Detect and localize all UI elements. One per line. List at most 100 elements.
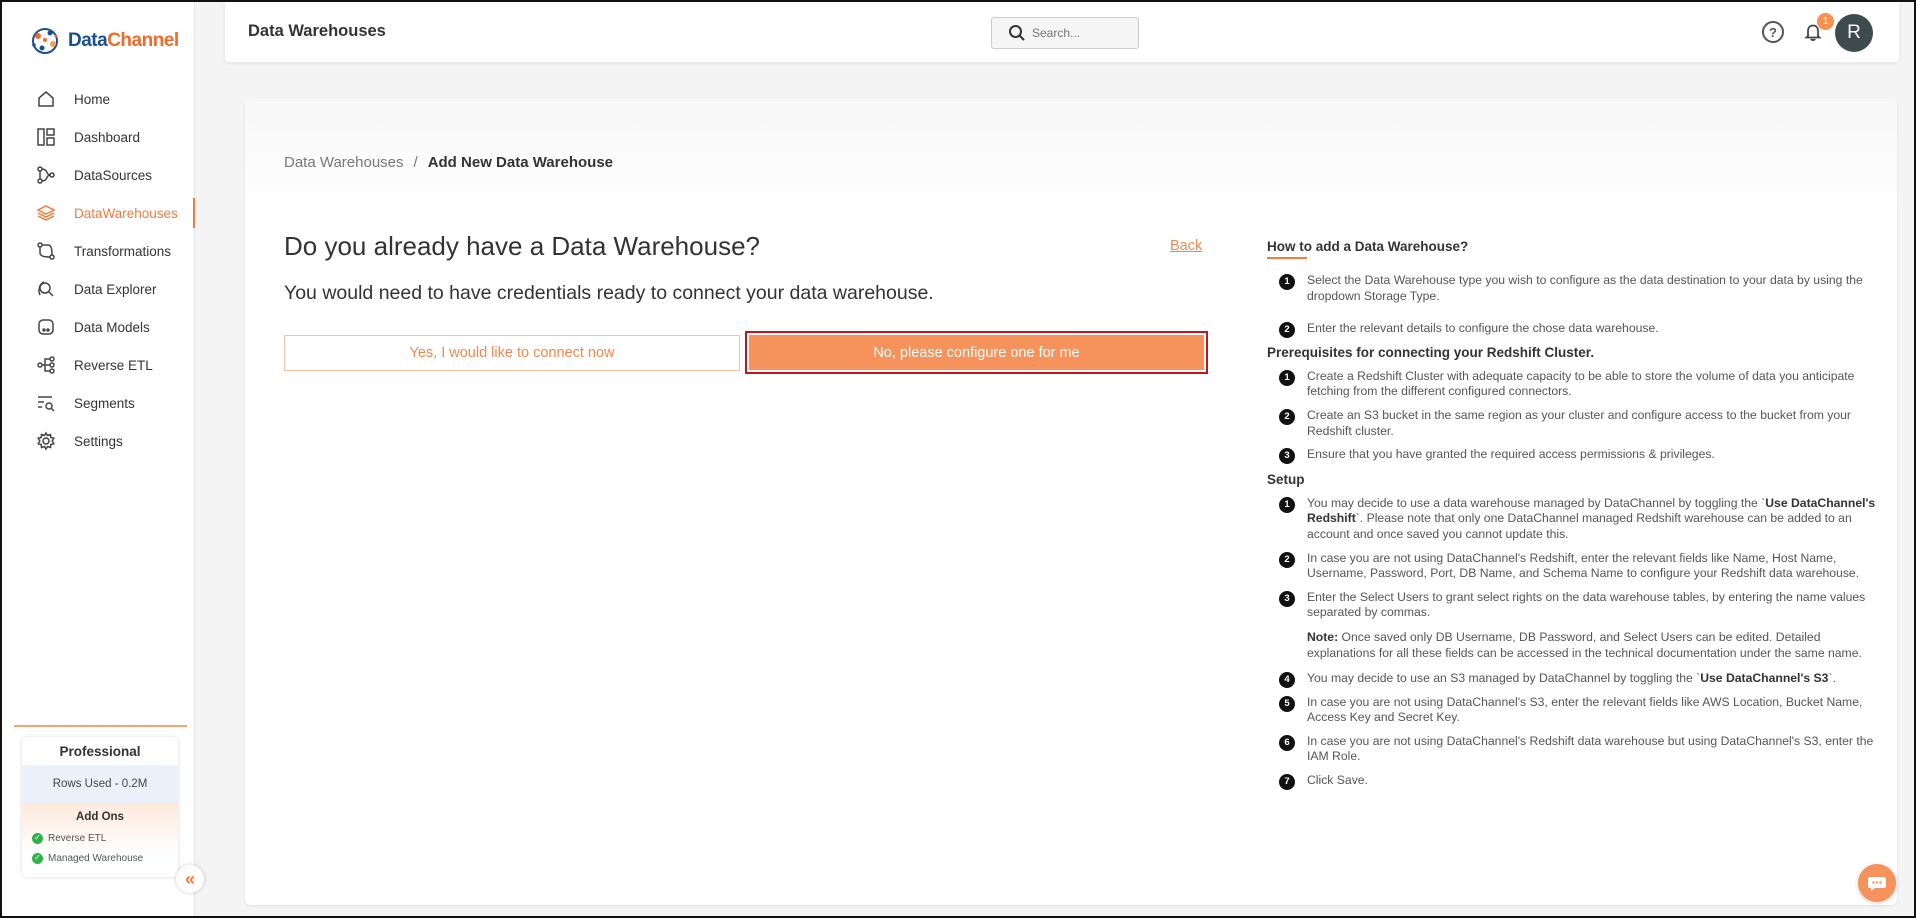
gear-icon [36, 431, 56, 451]
step-text: Ensure that you have granted the require… [1307, 447, 1715, 462]
home-icon [36, 89, 56, 109]
sidebar-item-label: Dashboard [74, 129, 141, 145]
step-text: Enter the Select Users to grant select r… [1307, 589, 1866, 620]
sidebar-item-label: Data Explorer [74, 281, 157, 297]
addon-label: Reverse ETL [48, 832, 107, 844]
step-number: 2 [1279, 408, 1295, 425]
configure-for-me-button[interactable]: No, please configure one for me [745, 331, 1208, 374]
sidebar-item-datawarehouses[interactable]: DataWarehouses [2, 194, 195, 232]
help-icon[interactable]: ? [1762, 21, 1784, 43]
sidebar-item-reverse-etl[interactable]: Reverse ETL [2, 346, 195, 384]
prereq-step: 3 Ensure that you have granted the requi… [1267, 447, 1877, 465]
note-label: Note: [1307, 629, 1339, 644]
data-models-icon [36, 317, 56, 337]
step-number: 4 [1279, 672, 1295, 689]
sidebar-item-home[interactable]: Home [2, 80, 195, 118]
check-icon: ✓ [32, 832, 43, 844]
chat-support-button[interactable] [1858, 864, 1896, 902]
how-to-heading: How to add a Data Warehouse? [1267, 239, 1469, 259]
double-chevron-left-icon: « [184, 868, 195, 889]
reverse-etl-icon [36, 355, 56, 375]
plan-name: Professional [22, 737, 178, 765]
sidebar-item-data-models[interactable]: Data Models [2, 308, 195, 346]
prerequisites-heading: Prerequisites for connecting your Redshi… [1267, 344, 1595, 360]
collapse-sidebar-button[interactable]: « [176, 865, 204, 893]
sidebar-item-datasources[interactable]: DataSources [2, 156, 195, 194]
search-input[interactable] [1032, 26, 1132, 40]
sidebar-item-label: DataSources [74, 167, 153, 183]
layers-icon [36, 203, 56, 223]
sidebar-item-label: Settings [74, 433, 123, 449]
step-text: In case you are not using DataChannel's … [1307, 694, 1863, 725]
step-number: 3 [1279, 590, 1295, 607]
sidebar-item-settings[interactable]: Settings [2, 422, 195, 460]
step-number: 1 [1279, 496, 1295, 513]
step-text: You may decide to use an S3 managed by D… [1307, 671, 1836, 686]
setup-step: 1 You may decide to use a data warehouse… [1267, 496, 1877, 543]
sidebar-item-dashboard[interactable]: Dashboard [2, 118, 195, 156]
step-text: In case you are not using DataChannel's … [1307, 550, 1860, 581]
plan-card: Professional Rows Used - 0.2M Add Ons ✓ … [22, 737, 178, 877]
datasources-icon [36, 165, 56, 185]
step-text: Select the Data Warehouse type you wish … [1307, 273, 1863, 303]
avatar[interactable]: R [1835, 14, 1873, 52]
search-box[interactable] [991, 17, 1139, 49]
question-subtitle: You would need to have credentials ready… [284, 282, 934, 304]
check-icon: ✓ [32, 852, 43, 864]
sidebar-item-label: Reverse ETL [74, 357, 153, 373]
sidebar: DataChannel Home Dashboard DataSources D… [2, 2, 195, 916]
addons-section: Add Ons ✓ Reverse ETL ✓ Managed Warehous… [22, 803, 178, 877]
breadcrumb-separator: / [413, 154, 418, 171]
step-number: 1 [1279, 274, 1295, 290]
breadcrumb: Data Warehouses / Add New Data Warehouse [284, 154, 613, 171]
rows-used: Rows Used - 0.2M [22, 765, 178, 803]
addon-label: Managed Warehouse [48, 852, 144, 864]
addons-title: Add Ons [76, 811, 124, 823]
step-text: In case you are not using DataChannel's … [1307, 733, 1874, 764]
step-number: 2 [1279, 322, 1295, 339]
brand-name: DataChannel [68, 30, 179, 51]
page-title: Data Warehouses [248, 22, 386, 40]
addon-item: ✓ Reverse ETL [22, 828, 178, 848]
configure-for-me-label: No, please configure one for me [749, 335, 1204, 370]
search-icon [1009, 25, 1025, 41]
dashboard-icon [36, 127, 56, 147]
question-heading: Do you already have a Data Warehouse? [284, 231, 760, 261]
back-link[interactable]: Back [1170, 238, 1202, 254]
connect-now-button[interactable]: Yes, I would like to connect now [284, 335, 740, 371]
prereq-step: 1 Create a Redshift Cluster with adequat… [1267, 369, 1877, 400]
sidebar-item-label: Home [74, 91, 111, 107]
step-number: 2 [1279, 551, 1295, 568]
sidebar-item-data-explorer[interactable]: Data Explorer [2, 270, 195, 308]
step-text: Create a Redshift Cluster with adequate … [1307, 368, 1855, 399]
setup-step: 4 You may decide to use an S3 managed by… [1267, 671, 1877, 689]
setup-step: 3 Enter the Select Users to grant select… [1267, 590, 1877, 621]
step-number: 1 [1279, 369, 1295, 386]
setup-step: 5 In case you are not using DataChannel'… [1267, 695, 1877, 726]
notification-badge: 1 [1817, 13, 1834, 30]
sidebar-item-label: Transformations [74, 243, 172, 259]
brand-logo[interactable]: DataChannel [28, 24, 179, 58]
sidebar-item-label: DataWarehouses [74, 205, 178, 221]
explorer-icon [36, 279, 56, 299]
segments-icon [36, 393, 56, 413]
transformations-icon [36, 241, 56, 261]
sidebar-nav: Home Dashboard DataSources DataWarehouse… [2, 80, 195, 460]
note-text: Once saved only DB Username, DB Password… [1307, 629, 1862, 660]
sidebar-item-label: Segments [74, 395, 135, 411]
sidebar-item-segments[interactable]: Segments [2, 384, 195, 422]
step-text: Create an S3 bucket in the same region a… [1307, 407, 1851, 438]
sidebar-item-label: Data Models [74, 319, 150, 335]
chat-icon [1868, 877, 1886, 891]
setup-heading: Setup [1267, 471, 1305, 487]
step-number: 5 [1279, 695, 1295, 712]
breadcrumb-parent-link[interactable]: Data Warehouses [284, 154, 404, 171]
top-header: Data Warehouses ? 1 R [225, 2, 1899, 62]
step-text: Click Save. [1307, 773, 1368, 788]
step-text: You may decide to use a data warehouse m… [1307, 495, 1876, 541]
step-number: 3 [1279, 448, 1295, 465]
setup-step: 6 In case you are not using DataChannel'… [1267, 734, 1877, 765]
sidebar-item-transformations[interactable]: Transformations [2, 232, 195, 270]
help-panel: How to add a Data Warehouse? 1 Select th… [1267, 238, 1877, 791]
step-number: 7 [1279, 774, 1295, 791]
